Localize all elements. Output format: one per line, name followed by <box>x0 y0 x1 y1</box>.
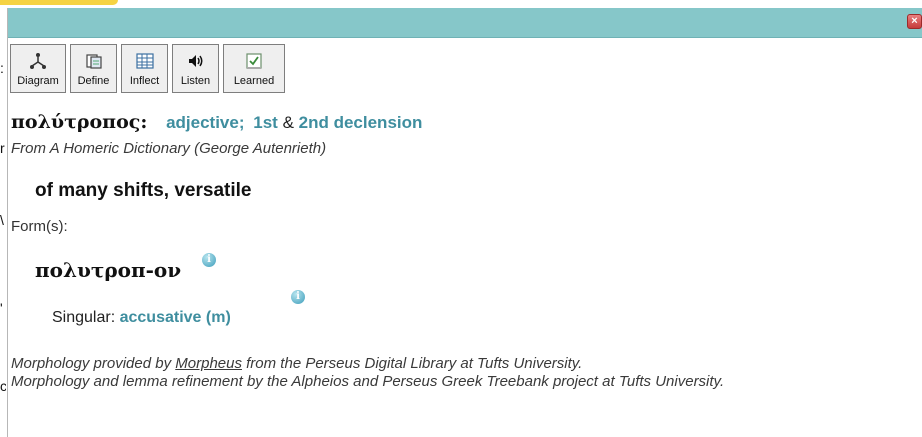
learned-label: Learned <box>233 75 275 87</box>
dictionary-source: From A Homeric Dictionary (George Autenr… <box>11 140 327 157</box>
part-of-speech: adjective; <box>166 113 245 132</box>
underlying-page-strip <box>0 0 922 8</box>
page-fragment: r <box>0 140 5 156</box>
ampersand: & <box>282 113 294 132</box>
page-fragment: c <box>0 378 6 394</box>
lemma-line: πολύτροπος: adjective; 1st & 2nd declens… <box>11 111 422 133</box>
diagram-label: Diagram <box>17 75 59 87</box>
inflect-label: Inflect <box>129 75 160 87</box>
highlighted-word <box>0 0 118 5</box>
forms-label: Form(s): <box>11 218 68 235</box>
listen-button[interactable]: Listen <box>172 44 219 93</box>
define-label: Define <box>77 75 110 87</box>
learned-button[interactable]: Learned <box>223 44 285 93</box>
table-icon <box>135 48 154 74</box>
checkmark-icon <box>245 48 263 74</box>
page-fragment: ' <box>0 300 3 316</box>
definition: of many shifts, versatile <box>35 180 252 201</box>
info-icon[interactable]: i <box>202 253 216 267</box>
page-fragment: \ <box>0 212 4 228</box>
credits: Morphology provided by Morpheus from the… <box>11 355 891 391</box>
case-value: accusative (m) <box>119 309 231 326</box>
credits-line-1: Morphology provided by Morpheus from the… <box>11 355 891 373</box>
popup-titlebar[interactable]: × <box>8 8 922 38</box>
define-button[interactable]: Define <box>70 44 117 93</box>
credits-text: Morphology provided by <box>11 355 176 372</box>
speaker-icon <box>187 48 205 74</box>
lemma: πολύτροπος: <box>11 111 148 133</box>
diagram-icon <box>29 48 47 74</box>
morpheus-link[interactable]: Morpheus <box>175 355 242 372</box>
alpheios-popup: × Diagram Define Inflect Listen Learned … <box>7 8 922 437</box>
inflect-button[interactable]: Inflect <box>121 44 168 93</box>
declension-2: 2nd declension <box>298 113 423 132</box>
credits-line-2: Morphology and lemma refinement by the A… <box>11 373 725 390</box>
toolbar: Diagram Define Inflect Listen Learned <box>10 44 285 93</box>
page-fragment: : <box>0 60 4 76</box>
credits-text: from the Perseus Digital Library at Tuft… <box>241 355 583 372</box>
close-icon[interactable]: × <box>907 14 922 29</box>
define-icon <box>85 48 103 74</box>
declension-1: 1st <box>253 113 278 132</box>
inflected-form: πολυτροπ-ον <box>35 258 182 282</box>
diagram-button[interactable]: Diagram <box>10 44 66 93</box>
listen-label: Listen <box>180 75 211 87</box>
info-icon[interactable]: i <box>291 290 305 304</box>
singular-label: Singular: <box>52 309 116 326</box>
singular-line: Singular: accusative (m) <box>52 309 231 327</box>
